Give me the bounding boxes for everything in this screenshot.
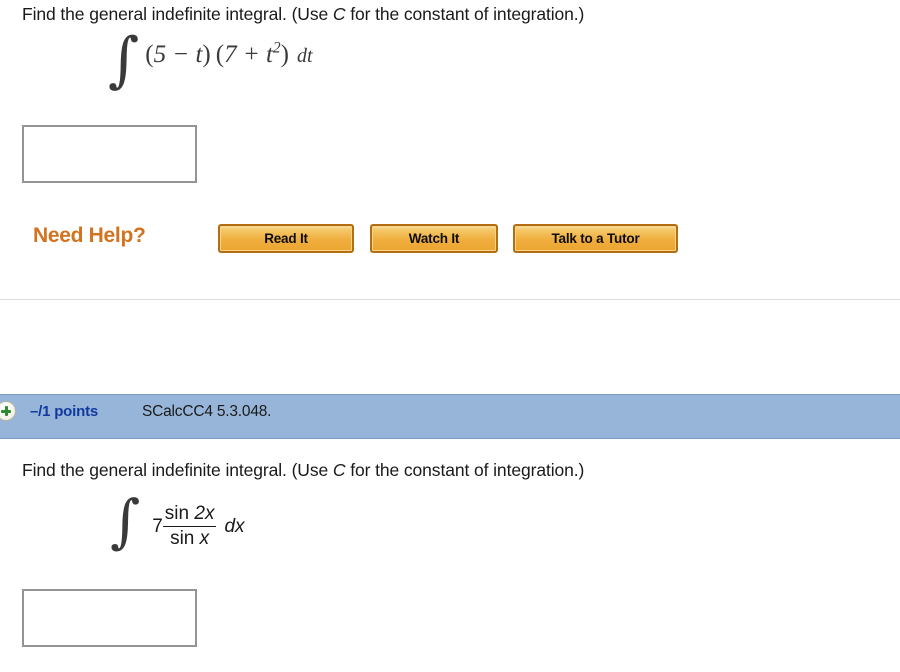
watch-it-button[interactable]: Watch It <box>370 224 498 253</box>
factor-1-close-paren: ) <box>202 41 211 69</box>
problem-1-prompt-part-2: for the constant of integration.) <box>345 4 585 24</box>
problem-2-fraction-denominator: sin x <box>163 527 217 550</box>
problem-2-answer-input[interactable] <box>22 589 197 647</box>
factor-1-body: 5 − t <box>153 41 203 69</box>
talk-to-a-tutor-button[interactable]: Talk to a Tutor <box>513 224 678 253</box>
problem-2-integral-expression: ∫ 7 sin 2x sin x dx <box>110 486 245 555</box>
problem-2-coefficient: 7 <box>152 515 163 537</box>
problem-1-integral-expression: ∫ (5 − t) (7 + t2) dt <box>108 30 313 90</box>
denominator-function: sin <box>170 528 200 549</box>
problem-1-prompt-part-1: Find the general indefinite integral. (U… <box>22 4 333 24</box>
problem-2-exercise-code: SCalcCC4 5.3.048. <box>142 403 272 420</box>
problem-1-prompt: Find the general indefinite integral. (U… <box>22 3 584 25</box>
problem-2-prompt-part-2: for the constant of integration.) <box>345 460 585 480</box>
factor-2-body: 7 + t <box>224 41 273 69</box>
problem-2-fraction-numerator: sin 2x <box>162 503 217 527</box>
problem-2-prompt-part-1: Find the general indefinite integral. (U… <box>22 460 333 480</box>
problem-1-answer-input[interactable] <box>22 125 197 183</box>
problem-2-points-value: –/1 points <box>30 403 99 420</box>
problem-2-prompt-variable: C <box>332 460 346 480</box>
problem-1-integrand: (5 − t) (7 + t2) dt <box>145 40 313 69</box>
problem-2-points-bar: –/1 points SCalcCC4 5.3.048. <box>0 394 900 439</box>
read-it-button[interactable]: Read It <box>218 224 354 253</box>
plus-circle-icon[interactable] <box>0 401 16 421</box>
numerator-function: sin <box>164 503 195 524</box>
problem-2-fraction: sin 2x sin x <box>162 503 217 550</box>
problem-1-differential: dt <box>296 45 313 68</box>
problem-2-prompt: Find the general indefinite integral. (U… <box>22 459 584 481</box>
denominator-argument: x <box>199 528 210 549</box>
factor-1-open-paren: ( <box>145 41 154 69</box>
problem-1-prompt-variable: C <box>332 4 346 24</box>
section-divider <box>0 299 900 300</box>
factor-2-exponent: 2 <box>272 40 281 57</box>
problem-1-need-help-label: Need Help? <box>33 224 146 247</box>
problem-2-differential: dx <box>224 515 245 537</box>
integral-sign-icon: ∫ <box>108 25 140 96</box>
factor-2-close-paren: ) <box>280 41 289 69</box>
numerator-argument: 2x <box>194 503 215 524</box>
factor-2-open-paren: ( <box>215 41 225 69</box>
